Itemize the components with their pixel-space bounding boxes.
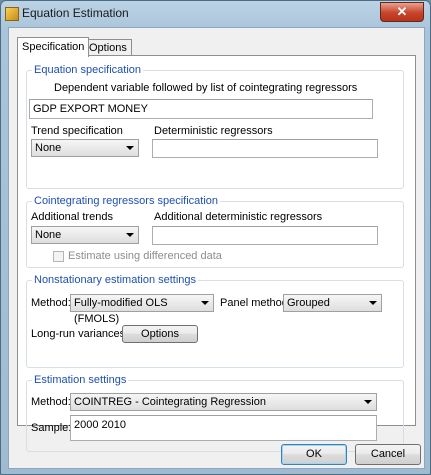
trend-specification-value: None <box>35 142 62 154</box>
chevron-down-icon <box>364 400 372 404</box>
estimation-method-label: Method: <box>31 396 71 408</box>
cointegrating-regressors-legend: Cointegrating regressors specification <box>32 194 221 208</box>
dependent-variable-description: Dependent variable followed by list of c… <box>54 82 358 94</box>
nonstationary-method-select[interactable]: Fully-modified OLS (FMOLS) <box>70 294 214 325</box>
nonstationary-settings-group: Nonstationary estimation settings Method… <box>26 273 404 368</box>
estimation-settings-legend: Estimation settings <box>32 373 129 387</box>
nonstationary-method-value: Fully-modified OLS (FMOLS) <box>74 297 168 325</box>
sample-label: Sample: <box>31 422 72 434</box>
window-title: Equation Estimation <box>22 6 129 20</box>
tab-specification[interactable]: Specification <box>17 37 90 57</box>
title-bar[interactable]: Equation Estimation ✕ <box>1 1 430 25</box>
equation-estimation-dialog: Equation Estimation ✕ Specification Opti… <box>0 0 431 475</box>
chevron-down-icon <box>126 146 134 150</box>
chevron-down-icon <box>369 301 377 305</box>
nonstationary-method-label: Method: <box>31 297 71 309</box>
long-run-variances-label: Long-run variances: <box>31 328 129 340</box>
deterministic-regressors-label: Deterministic regressors <box>154 125 273 137</box>
panel-method-value: Grouped <box>287 297 330 309</box>
cancel-button[interactable]: Cancel <box>355 444 421 465</box>
chevron-down-icon <box>201 301 209 305</box>
additional-trends-label: Additional trends <box>31 211 113 223</box>
chevron-down-icon <box>126 233 134 237</box>
trend-specification-select[interactable]: None <box>31 139 139 157</box>
estimation-settings-group: Estimation settings Method: COINTREG - C… <box>26 373 404 452</box>
deterministic-regressors-input[interactable] <box>152 139 378 158</box>
specification-panel: Equation specification Dependent variabl… <box>17 55 416 452</box>
differenced-data-checkbox[interactable] <box>53 251 64 262</box>
differenced-data-label: Estimate using differenced data <box>68 250 222 262</box>
long-run-options-button[interactable]: Options <box>122 325 198 343</box>
tab-options[interactable]: Options <box>84 39 132 56</box>
panel-method-select[interactable]: Grouped <box>283 294 382 312</box>
estimation-method-value: COINTREG - Cointegrating Regression <box>74 396 266 408</box>
additional-trends-select[interactable]: None <box>31 226 139 244</box>
nonstationary-settings-legend: Nonstationary estimation settings <box>32 273 199 287</box>
cointegrating-regressors-group: Cointegrating regressors specification A… <box>26 194 404 268</box>
sample-input[interactable]: 2000 2010 <box>70 415 377 441</box>
close-button[interactable]: ✕ <box>380 2 424 22</box>
additional-deterministic-label: Additional deterministic regressors <box>154 211 323 223</box>
equation-specification-group: Equation specification Dependent variabl… <box>26 63 404 189</box>
equation-input[interactable]: GDP EXPORT MONEY <box>29 99 373 119</box>
estimation-method-select[interactable]: COINTREG - Cointegrating Regression <box>70 393 377 411</box>
trend-specification-label: Trend specification <box>31 125 123 137</box>
app-icon <box>5 7 19 21</box>
equation-specification-legend: Equation specification <box>32 63 144 77</box>
panel-method-label: Panel method: <box>220 297 291 309</box>
additional-trends-value: None <box>35 229 62 241</box>
ok-button[interactable]: OK <box>281 444 347 465</box>
additional-deterministic-input[interactable] <box>152 226 378 245</box>
dialog-body: Specification Options Equation specifica… <box>8 27 425 469</box>
